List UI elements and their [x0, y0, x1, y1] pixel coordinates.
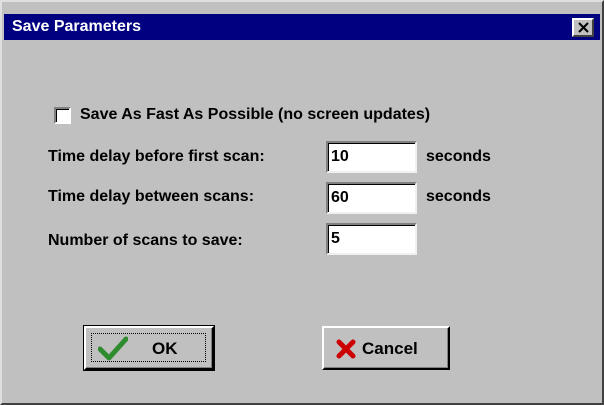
scan-count-input[interactable]: [326, 223, 417, 255]
checkmark-icon: [98, 336, 128, 361]
first-scan-delay-unit: seconds: [426, 148, 491, 165]
save-parameters-dialog: Save Parameters Save As Fast As Possible…: [0, 0, 604, 405]
between-scans-delay-unit: seconds: [426, 188, 491, 205]
window-title: Save Parameters: [12, 18, 141, 35]
ok-button[interactable]: OK: [83, 325, 215, 371]
first-scan-delay-label: Time delay before first scan:: [48, 148, 265, 165]
scan-count-label: Number of scans to save:: [48, 232, 243, 249]
ok-button-label: OK: [152, 339, 178, 358]
cancel-button-label: Cancel: [362, 339, 418, 358]
fast-save-checkbox[interactable]: [54, 107, 71, 124]
close-icon: [578, 22, 589, 33]
close-button[interactable]: [572, 18, 594, 37]
cancel-button[interactable]: Cancel: [322, 326, 450, 370]
title-bar[interactable]: Save Parameters: [4, 14, 600, 40]
fast-save-label: Save As Fast As Possible (no screen upda…: [80, 106, 431, 123]
between-scans-delay-label: Time delay between scans:: [48, 188, 255, 205]
first-scan-delay-input[interactable]: [326, 141, 417, 173]
between-scans-delay-input[interactable]: [326, 182, 417, 214]
x-mark-icon: [336, 339, 356, 359]
